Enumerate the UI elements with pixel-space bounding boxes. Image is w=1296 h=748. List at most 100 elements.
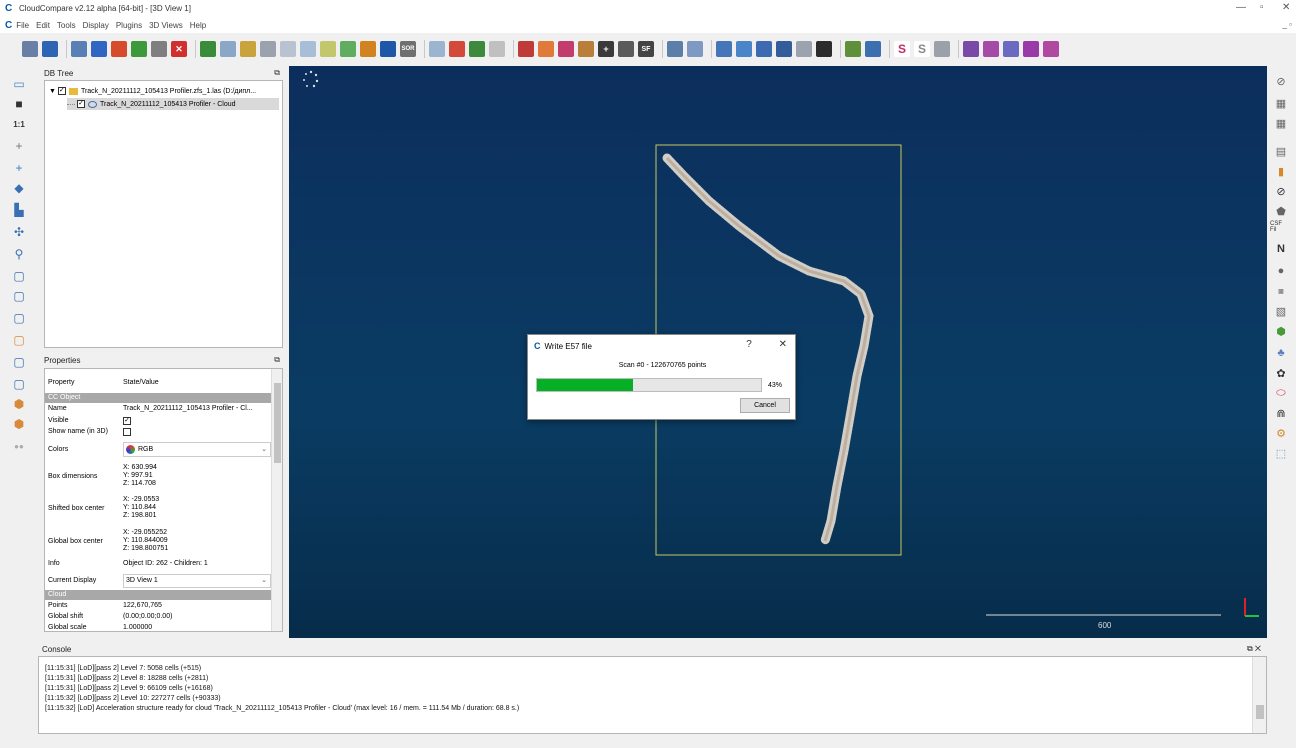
cloud-cloud-dist-icon[interactable]: [300, 41, 316, 57]
back-view-icon[interactable]: ▢: [10, 354, 28, 370]
checkerboard-icon[interactable]: [380, 41, 396, 57]
save-icon[interactable]: [42, 41, 58, 57]
clone-icon[interactable]: [71, 41, 87, 57]
menu-display[interactable]: Display: [83, 21, 109, 30]
facets-icon[interactable]: [934, 41, 950, 57]
colors-icon[interactable]: [200, 41, 216, 57]
bottom-view-icon[interactable]: ▢: [10, 288, 28, 304]
menu-tools[interactable]: Tools: [57, 21, 76, 30]
delete-icon[interactable]: ✕: [171, 41, 187, 57]
front-view-icon[interactable]: ▙: [10, 202, 28, 218]
menu-file[interactable]: File: [16, 21, 29, 30]
zoom-1-1-icon[interactable]: 1:1: [10, 116, 28, 132]
show-name-checkbox[interactable]: [123, 428, 131, 436]
plane-icon[interactable]: [469, 41, 485, 57]
zoom-icon[interactable]: ⚲: [10, 246, 28, 262]
canupo-icon[interactable]: S: [894, 41, 910, 57]
csf-filter-icon[interactable]: CSF Fil: [1270, 220, 1288, 234]
compass-icon[interactable]: [1003, 41, 1019, 57]
mesh-delaunay-icon[interactable]: [756, 41, 772, 57]
iso-view-icon[interactable]: ▢: [10, 376, 28, 392]
stereo-icon[interactable]: ●●: [10, 438, 28, 454]
qsra-icon[interactable]: [1023, 41, 1039, 57]
colors-select[interactable]: RGB ⌄: [123, 442, 271, 457]
csv-export-icon[interactable]: ▦: [1274, 116, 1288, 130]
merge-icon[interactable]: [131, 41, 147, 57]
sf-filter-icon[interactable]: [618, 41, 634, 57]
shield-icon[interactable]: ⬟: [1274, 204, 1288, 218]
dialog-close-button[interactable]: ✕: [779, 339, 787, 350]
mesh-icon[interactable]: [260, 41, 276, 57]
auto-pivot-icon[interactable]: +: [10, 160, 28, 176]
float-close-icon[interactable]: ⧉ ✕: [1247, 644, 1261, 654]
film-icon[interactable]: ▤: [1274, 144, 1288, 158]
visible-checkbox[interactable]: ✓: [123, 417, 131, 425]
float-icon[interactable]: ⧉: [274, 68, 280, 78]
mdi-restore-icon[interactable]: _ ▫: [1282, 20, 1292, 29]
gear-icon[interactable]: ⚙: [1274, 426, 1288, 440]
transform-icon[interactable]: [111, 41, 127, 57]
display-select[interactable]: 3D View 1 ⌄: [123, 573, 271, 588]
sf-gradient-icon[interactable]: [578, 41, 594, 57]
tree-item-cloud[interactable]: ✓ Track_N_20211112_105413 Profiler - Clo…: [67, 98, 279, 110]
segment-icon[interactable]: [360, 41, 376, 57]
qhpr-icon[interactable]: [1043, 41, 1059, 57]
camera-icon[interactable]: ■: [10, 96, 28, 112]
canupo-train-icon[interactable]: S: [914, 41, 930, 57]
normals-icon[interactable]: [220, 41, 236, 57]
help-button[interactable]: ?: [746, 339, 752, 350]
checkbox-icon[interactable]: ✓: [77, 100, 85, 108]
ellipse-icon[interactable]: ⬭: [1274, 386, 1288, 400]
cloud-mesh-dist-icon[interactable]: [320, 41, 336, 57]
translate-view-icon[interactable]: ✣: [10, 224, 28, 240]
properties-scrollbar[interactable]: [271, 369, 282, 631]
expand-icon[interactable]: ▼: [49, 88, 56, 95]
curve-icon[interactable]: [538, 41, 554, 57]
csv-icon[interactable]: ▦: [1274, 96, 1288, 110]
poisson-icon[interactable]: [776, 41, 792, 57]
open-icon[interactable]: [22, 41, 38, 57]
translate-icon[interactable]: [449, 41, 465, 57]
list-icon[interactable]: [91, 41, 107, 57]
menu-help[interactable]: Help: [190, 21, 206, 30]
prop-value[interactable]: Track_N_20211112_105413 Profiler - Cl...: [123, 405, 271, 413]
leaf-icon[interactable]: ⬢: [1274, 324, 1288, 338]
float-icon[interactable]: ⧉: [274, 355, 280, 365]
m3c2-icon[interactable]: [845, 41, 861, 57]
compass-icon[interactable]: ⊘: [1274, 184, 1288, 198]
sfc-icon[interactable]: ▩: [1274, 284, 1288, 298]
people-icon[interactable]: ♣: [1274, 346, 1288, 360]
fm-icon[interactable]: [736, 41, 752, 57]
layers-icon[interactable]: ⬚: [1274, 446, 1288, 460]
cc-icon[interactable]: [340, 41, 356, 57]
pcv-icon[interactable]: [983, 41, 999, 57]
sf-icon[interactable]: SF: [638, 41, 654, 57]
sf-max-icon[interactable]: [558, 41, 574, 57]
maximize-icon[interactable]: ▫: [1260, 2, 1264, 13]
minimize-icon[interactable]: —: [1236, 2, 1246, 13]
density-icon[interactable]: [687, 41, 703, 57]
ransac-icon[interactable]: [816, 41, 832, 57]
scrollbar-thumb[interactable]: [1256, 705, 1264, 719]
left-view-icon[interactable]: ▢: [10, 310, 28, 326]
octree-icon[interactable]: [240, 41, 256, 57]
iso-front-icon[interactable]: ⬢: [10, 396, 28, 412]
subsample-icon[interactable]: [151, 41, 167, 57]
mls-icon[interactable]: [865, 41, 881, 57]
distance-icon[interactable]: [280, 41, 296, 57]
scrollbar-thumb[interactable]: [274, 383, 281, 463]
clear-icon[interactable]: ⊘: [1274, 74, 1288, 88]
right-view-icon[interactable]: ▢: [10, 332, 28, 348]
console-scrollbar[interactable]: [1252, 657, 1266, 733]
iso-back-icon[interactable]: ⬢: [10, 416, 28, 432]
pivot-icon[interactable]: +: [10, 138, 28, 154]
fullscreen-icon[interactable]: ▭: [10, 76, 28, 92]
menu-edit[interactable]: Edit: [36, 21, 50, 30]
sphere-icon[interactable]: ●: [1274, 264, 1288, 278]
top-view-icon[interactable]: ▢: [10, 268, 28, 284]
menu-3d-views[interactable]: 3D Views: [149, 21, 183, 30]
tunnel-icon[interactable]: ⋒: [1274, 406, 1288, 420]
animation-icon[interactable]: [963, 41, 979, 57]
menu-plugins[interactable]: Plugins: [116, 21, 142, 30]
add-sf-icon[interactable]: +: [598, 41, 614, 57]
